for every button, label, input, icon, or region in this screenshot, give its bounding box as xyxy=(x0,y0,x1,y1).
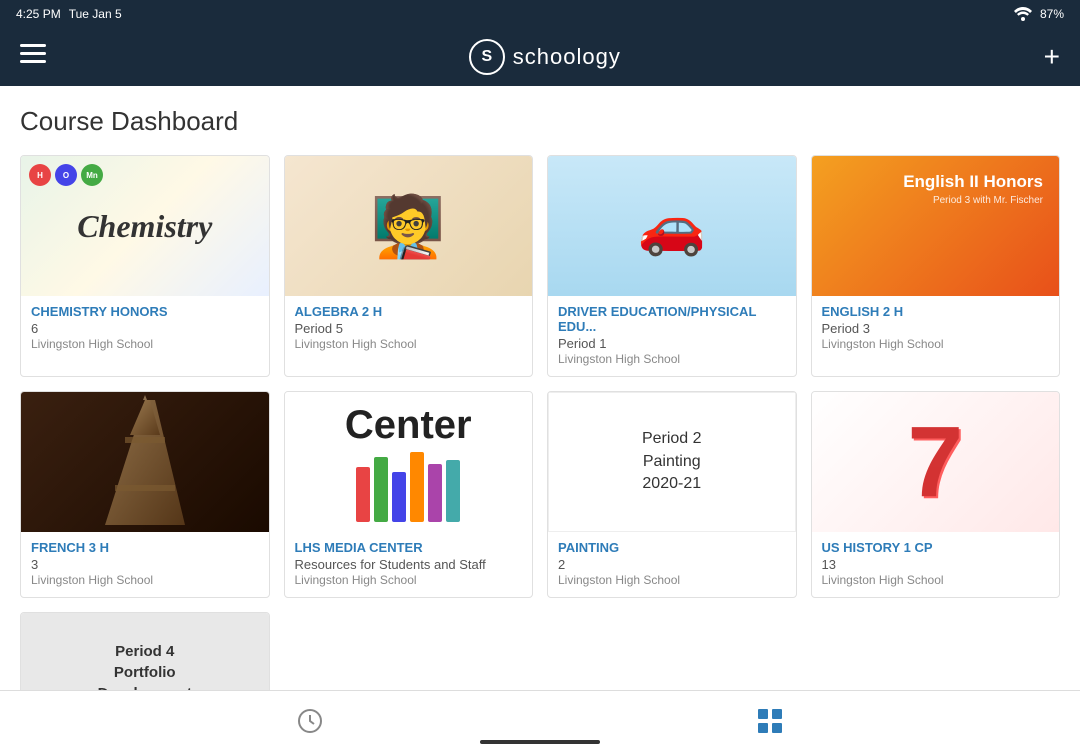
course-card-painting[interactable]: Period 2Painting2020-21 PAINTING 2 Livin… xyxy=(547,391,797,598)
wifi-icon xyxy=(1014,7,1032,21)
course-thumb-french xyxy=(21,392,269,532)
course-sub: Period 1 xyxy=(558,336,786,351)
status-day: Tue Jan 5 xyxy=(69,7,122,21)
course-grid: H O Mn Chemistry Chemistry Honors 6 Livi… xyxy=(20,155,1060,690)
tab-dashboard[interactable] xyxy=(756,707,784,735)
course-sub: 3 xyxy=(31,557,259,572)
course-sub: Period 3 xyxy=(822,321,1050,336)
course-name: ENGLISH 2 H xyxy=(822,304,1050,319)
app-logo: S schoology xyxy=(469,39,621,75)
course-school: Livingston High School xyxy=(295,573,523,587)
course-thumb-media: Center xyxy=(285,392,533,532)
course-thumb-driver: 🚗 xyxy=(548,156,796,296)
chem-circle-3: Mn xyxy=(81,164,103,186)
course-school: Livingston High School xyxy=(31,573,259,587)
app-name: schoology xyxy=(513,44,621,70)
portfolio-thumb-text: Period 4PortfolioDevelopment2020-21 xyxy=(98,641,192,690)
media-center-text: Center xyxy=(345,403,472,448)
course-card-driver[interactable]: 🚗 DRIVER EDUCATION/PHYSICAL EDU... Perio… xyxy=(547,155,797,377)
course-card-chemistry[interactable]: H O Mn Chemistry Chemistry Honors 6 Livi… xyxy=(20,155,270,377)
course-thumb-painting: Period 2Painting2020-21 xyxy=(548,392,796,532)
tab-recent[interactable] xyxy=(296,707,324,735)
main-content: Course Dashboard H O Mn Chemistry Chemis… xyxy=(0,86,1080,690)
course-name: FRENCH 3 H xyxy=(31,540,259,555)
nav-bar: S schoology + xyxy=(0,28,1080,86)
home-indicator xyxy=(480,740,600,744)
course-school: Livingston High School xyxy=(558,352,786,366)
status-right: 87% xyxy=(1014,7,1064,21)
course-card-english[interactable]: English II Honors Period 3 with Mr. Fisc… xyxy=(811,155,1061,377)
page-title: Course Dashboard xyxy=(20,106,1060,137)
bottom-tab-bar xyxy=(0,690,1080,750)
course-name: LHS Media Center xyxy=(295,540,523,555)
chem-circle-1: H xyxy=(29,164,51,186)
course-sub: 13 xyxy=(822,557,1050,572)
course-card-history[interactable]: 7 US HISTORY 1 CP 13 Livingston High Sch… xyxy=(811,391,1061,598)
course-sub: 2 xyxy=(558,557,786,572)
course-thumb-chemistry: H O Mn Chemistry xyxy=(21,156,269,296)
course-card-media[interactable]: Center LHS Media Center Resources xyxy=(284,391,534,598)
chem-circle-2: O xyxy=(55,164,77,186)
course-thumb-algebra: 🧑‍🏫 xyxy=(285,156,533,296)
battery-level: 87% xyxy=(1040,7,1064,21)
eiffel-tower-icon xyxy=(100,395,190,530)
course-thumb-portfolio: Period 4PortfolioDevelopment2020-21 xyxy=(21,613,269,690)
course-name: ALGEBRA 2 H xyxy=(295,304,523,319)
course-school: Livingston High School xyxy=(295,337,523,351)
course-card-portfolio[interactable]: Period 4PortfolioDevelopment2020-21 PORT… xyxy=(20,612,270,690)
painting-thumb-text: Period 2Painting2020-21 xyxy=(634,420,710,503)
course-sub: 6 xyxy=(31,321,259,336)
course-school: Livingston High School xyxy=(31,337,259,351)
add-button[interactable]: + xyxy=(1044,41,1060,73)
course-name: PAINTING xyxy=(558,540,786,555)
course-name: US HISTORY 1 CP xyxy=(822,540,1050,555)
status-left: 4:25 PM Tue Jan 5 xyxy=(16,7,122,21)
status-bar: 4:25 PM Tue Jan 5 87% xyxy=(0,0,1080,28)
english-thumb-title: English II Honors xyxy=(903,172,1043,192)
english-thumb-sub: Period 3 with Mr. Fischer xyxy=(903,195,1043,206)
course-school: Livingston High School xyxy=(822,573,1050,587)
status-time: 4:25 PM xyxy=(16,7,61,21)
logo-icon: S xyxy=(469,39,505,75)
books-display xyxy=(345,452,472,522)
course-sub: Period 5 xyxy=(295,321,523,336)
course-sub: Resources for Students and Staff xyxy=(295,557,523,572)
course-thumb-english: English II Honors Period 3 with Mr. Fisc… xyxy=(812,156,1060,296)
hamburger-menu[interactable] xyxy=(20,44,46,70)
algebra-cartoon: 🧑‍🏫 xyxy=(371,191,446,262)
driver-car: 🚗 xyxy=(638,194,706,259)
recent-icon xyxy=(296,707,324,735)
course-card-french[interactable]: FRENCH 3 H 3 Livingston High School xyxy=(20,391,270,598)
course-name: Chemistry Honors xyxy=(31,304,259,319)
course-card-algebra[interactable]: 🧑‍🏫 ALGEBRA 2 H Period 5 Livingston High… xyxy=(284,155,534,377)
history-number: 7 xyxy=(907,405,963,520)
course-thumb-history: 7 xyxy=(812,392,1060,532)
course-school: Livingston High School xyxy=(558,573,786,587)
course-name: DRIVER EDUCATION/PHYSICAL EDU... xyxy=(558,304,786,334)
dashboard-icon xyxy=(756,707,784,735)
course-school: Livingston High School xyxy=(822,337,1050,351)
